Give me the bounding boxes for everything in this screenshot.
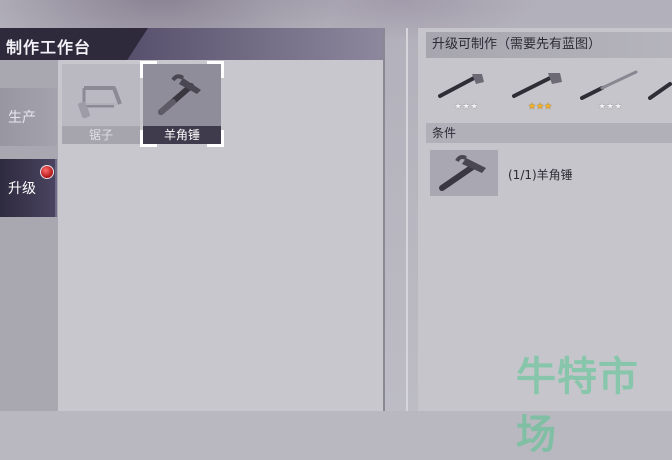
page-title: 制作工作台 bbox=[6, 38, 92, 57]
wrench-icon bbox=[438, 74, 484, 98]
hacksaw-icon bbox=[62, 64, 140, 126]
watermark: 牛特市场 bbox=[516, 354, 639, 458]
upgrade-item-1[interactable]: ★★★ bbox=[434, 70, 500, 112]
star-rating: ★★★ bbox=[528, 102, 553, 112]
knife-icon bbox=[580, 70, 638, 100]
panel-divider bbox=[383, 28, 385, 411]
upgrade-header: 升级可制作（需要先有蓝图） bbox=[426, 32, 672, 58]
claw-hammer-icon bbox=[439, 155, 486, 191]
condition-text: (1/1)羊角锤 bbox=[508, 168, 573, 182]
upgrade-item-2[interactable]: ★★★ bbox=[508, 70, 574, 112]
panel-divider-light bbox=[406, 28, 408, 411]
condition-item-slot bbox=[430, 150, 498, 196]
item-slot-saw[interactable]: 锯子 bbox=[62, 64, 140, 144]
selection-corner bbox=[207, 61, 224, 78]
selection-corner bbox=[207, 130, 224, 147]
item-label-saw: 锯子 bbox=[62, 126, 140, 144]
selection-corner bbox=[140, 130, 157, 147]
conditions-header: 条件 bbox=[426, 123, 672, 143]
tab-upgrade-label: 升级 bbox=[8, 181, 36, 197]
knife-icon bbox=[648, 82, 672, 100]
item-slot-hammer[interactable]: 羊角锤 bbox=[140, 61, 224, 147]
selection-corner bbox=[140, 61, 157, 78]
upgrade-item-3[interactable]: ★★★ bbox=[578, 70, 644, 112]
upgrade-item-4[interactable] bbox=[648, 70, 672, 112]
wrench-icon bbox=[512, 73, 562, 98]
star-rating: ★★★ bbox=[454, 102, 479, 112]
star-rating: ★★★ bbox=[598, 102, 623, 112]
tab-produce[interactable]: 生产 bbox=[0, 88, 57, 146]
tab-produce-label: 生产 bbox=[8, 110, 36, 126]
notification-dot bbox=[40, 165, 54, 179]
